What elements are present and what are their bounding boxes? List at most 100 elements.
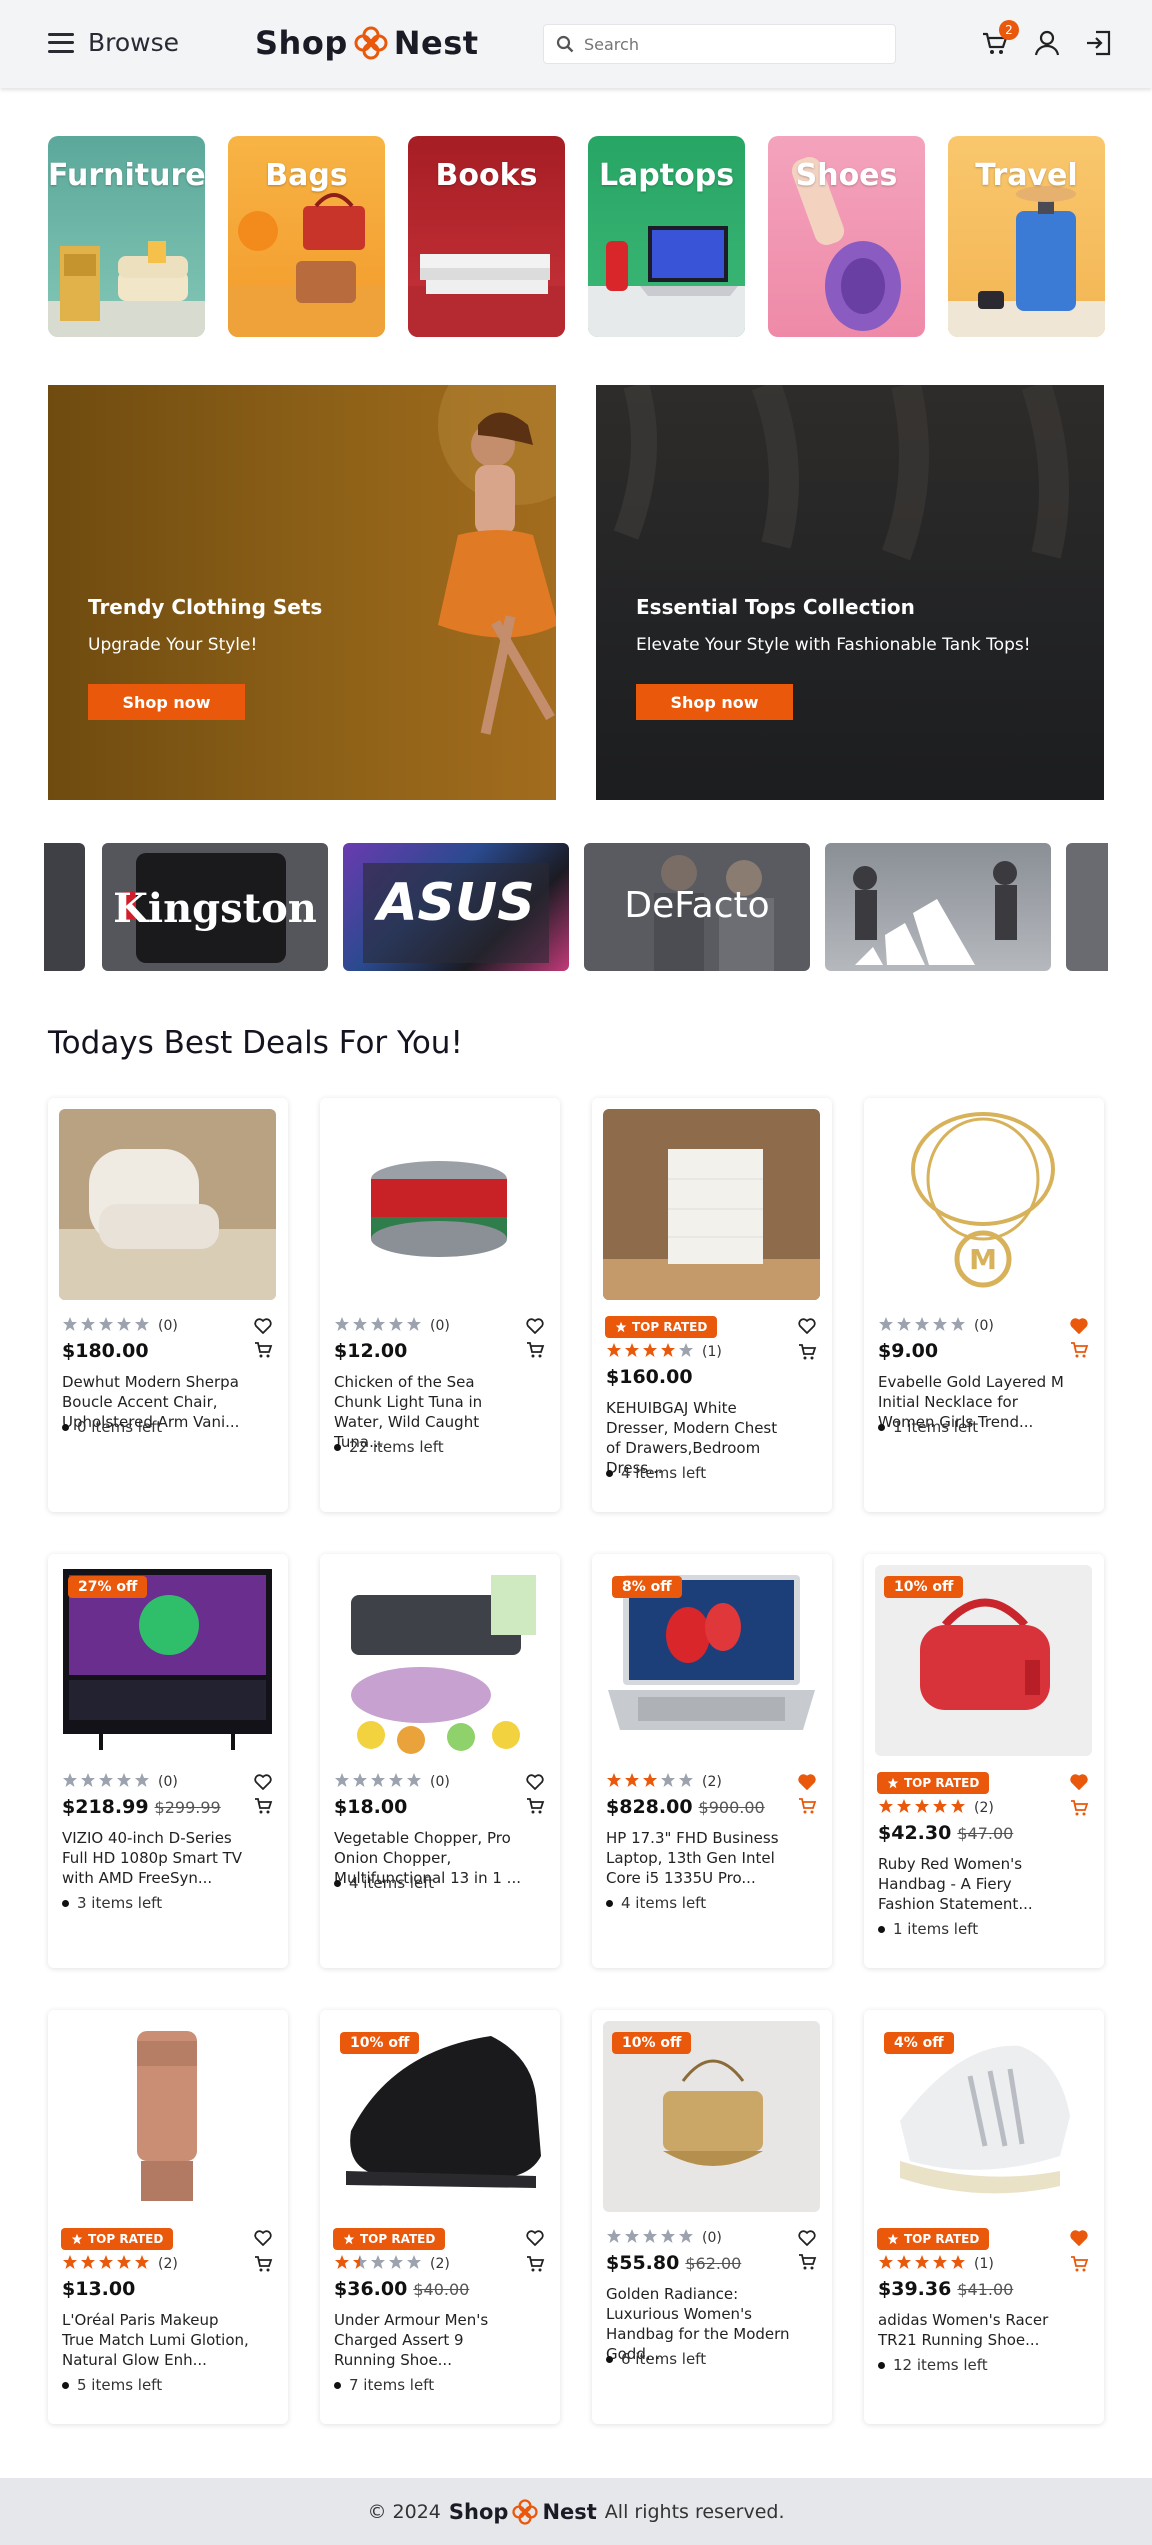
review-count: (2) [158,2256,178,2272]
clothing-model-image [438,385,556,735]
add-to-cart-icon[interactable] [525,1796,545,1816]
account-button[interactable] [1032,28,1062,58]
wishlist-heart-icon[interactable] [797,2228,817,2248]
brand-card-defacto[interactable]: DeFacto [584,843,810,971]
add-to-cart-icon[interactable] [1069,2254,1089,2274]
rating-stars: (0) [62,1772,178,1792]
add-to-cart-icon[interactable] [525,1340,545,1360]
brand-card-partial-left[interactable] [44,843,85,971]
product-card[interactable]: (0) $12.00 Chicken of the Sea Chunk Light … [320,1098,560,1512]
category-card-travel[interactable]: Travel [948,136,1105,337]
product-image[interactable]: M [875,1109,1092,1300]
wishlist-heart-icon[interactable] [525,1316,545,1336]
product-card[interactable]: 4% off TOP RATED (1) $39.36 $41.00 adidas Wom… [864,2010,1104,2424]
wishlist-heart-icon[interactable] [253,2228,273,2248]
add-to-cart-icon[interactable] [253,1796,273,1816]
original-price: $41.00 [957,2280,1014,2299]
wishlist-heart-icon[interactable] [1069,1316,1089,1336]
product-price: $42.30 $47.00 [878,1822,1014,1844]
wishlist-heart-icon[interactable] [797,1316,817,1336]
category-card-shoes[interactable]: Shoes [768,136,925,337]
stock-indicator: 4 items left [606,1464,706,1482]
cart-button[interactable]: 2 [980,20,1019,58]
product-card[interactable]: (0) $180.00 Dewhut Modern Sherpa Boucle Ac… [48,1098,288,1512]
top-rated-badge: TOP RATED [61,2228,174,2250]
site-logo[interactable]: Shop Nest [255,24,479,62]
product-image[interactable] [331,1109,548,1300]
star-icon [643,1773,657,1787]
star-icon [63,1317,77,1331]
stock-dot-icon [62,2381,69,2389]
star-icon [371,1317,385,1331]
star-icon [99,1317,113,1331]
product-name[interactable]: adidas Women's Racer TR21 Running Shoe..… [878,2310,1068,2350]
wishlist-heart-icon[interactable] [1069,2228,1089,2248]
wishlist-heart-icon[interactable] [525,1772,545,1792]
search-bar[interactable] [543,24,896,64]
shop-now-button[interactable]: Shop now [636,684,793,720]
product-card[interactable]: 10% off TOP RATED (2) $42.30 $47.00 Ruby Red … [864,1554,1104,1968]
product-price: $180.00 [62,1340,149,1362]
wishlist-heart-icon[interactable] [253,1316,273,1336]
product-name[interactable]: Under Armour Men's Charged Assert 9 Runn… [334,2310,524,2370]
star-icon [933,2255,947,2269]
product-card[interactable]: 8% off (2) $828.00 $900.00 HP 17.3" FHD Busi… [592,1554,832,1968]
star-icon [679,1773,693,1787]
star-icon [343,2233,355,2245]
category-card-books[interactable]: Books [408,136,565,337]
footer-logo[interactable]: Shop Nest [448,2498,597,2525]
wishlist-heart-icon[interactable] [525,2228,545,2248]
star-icon [135,1317,149,1331]
product-image[interactable] [331,1565,548,1756]
review-count: (1) [974,2256,994,2272]
product-name[interactable]: HP 17.3" FHD Business Laptop, 13th Gen I… [606,1828,796,1888]
add-to-cart-icon[interactable] [1069,1340,1089,1360]
star-icon [81,2255,95,2269]
product-card[interactable]: 10% off (0) $55.80 $62.00 Golden Radiance: L… [592,2010,832,2424]
product-card[interactable]: (0) $18.00 Vegetable Chopper, Pro Onion Ch… [320,1554,560,1968]
product-name[interactable]: L'Oréal Paris Makeup True Match Lumi Glo… [62,2310,252,2370]
add-to-cart-icon[interactable] [253,2254,273,2274]
stock-indicator: 4 items left [334,1874,434,1892]
star-icon [897,1799,911,1813]
product-image[interactable] [603,1109,820,1300]
star-icon [117,2255,131,2269]
add-to-cart-icon[interactable] [797,1796,817,1816]
star-icon [951,1317,965,1331]
star-icon [887,2233,899,2245]
wishlist-heart-icon[interactable] [797,1772,817,1792]
login-button[interactable] [1084,28,1114,58]
brand-card-asus[interactable]: ASUS [343,843,569,971]
product-name[interactable]: Ruby Red Women's Handbag - A Fiery Fashi… [878,1854,1068,1914]
product-card[interactable]: 27% off (0) $218.99 $299.99 VIZIO 40-inch D-… [48,1554,288,1968]
wishlist-heart-icon[interactable] [1069,1772,1089,1792]
product-card[interactable]: TOP RATED (2) $13.00 L'Oréal Paris Makeup T… [48,2010,288,2424]
brand-card-partial-right[interactable] [1066,843,1108,971]
add-to-cart-icon[interactable] [525,2254,545,2274]
star-icon [117,1317,131,1331]
category-card-furniture[interactable]: Furniture [48,136,205,337]
top-rated-badge: TOP RATED [333,2228,446,2250]
star-icon [407,2255,421,2269]
product-card[interactable]: M (0) $9.00 Evabelle Gold Layered M Initial… [864,1098,1104,1512]
category-card-bags[interactable]: Bags [228,136,385,337]
add-to-cart-icon[interactable] [797,1342,817,1362]
search-input[interactable] [584,34,874,54]
product-card[interactable]: TOP RATED (1) $160.00 KEHUIBGAJ White Dress… [592,1098,832,1512]
brand-card-kingston[interactable]: Kingston [102,843,328,971]
browse-menu-button[interactable]: Browse [48,28,179,57]
wishlist-heart-icon[interactable] [253,1772,273,1792]
brand-card-adidas[interactable] [825,843,1051,971]
footer-logo-left: Shop [448,2499,509,2524]
star-icon [951,2255,965,2269]
product-card[interactable]: 10% off TOP RATED (2) $36.00 $40.00 Under Arm… [320,2010,560,2424]
add-to-cart-icon[interactable] [797,2252,817,2272]
category-card-laptops[interactable]: Laptops [588,136,745,337]
add-to-cart-icon[interactable] [253,1340,273,1360]
product-image[interactable] [59,1109,276,1300]
product-image[interactable] [59,2021,276,2212]
product-name[interactable]: VIZIO 40-inch D-Series Full HD 1080p Sma… [62,1828,252,1888]
original-price: $40.00 [413,2280,470,2299]
add-to-cart-icon[interactable] [1069,1798,1089,1818]
shop-now-button[interactable]: Shop now [88,684,245,720]
